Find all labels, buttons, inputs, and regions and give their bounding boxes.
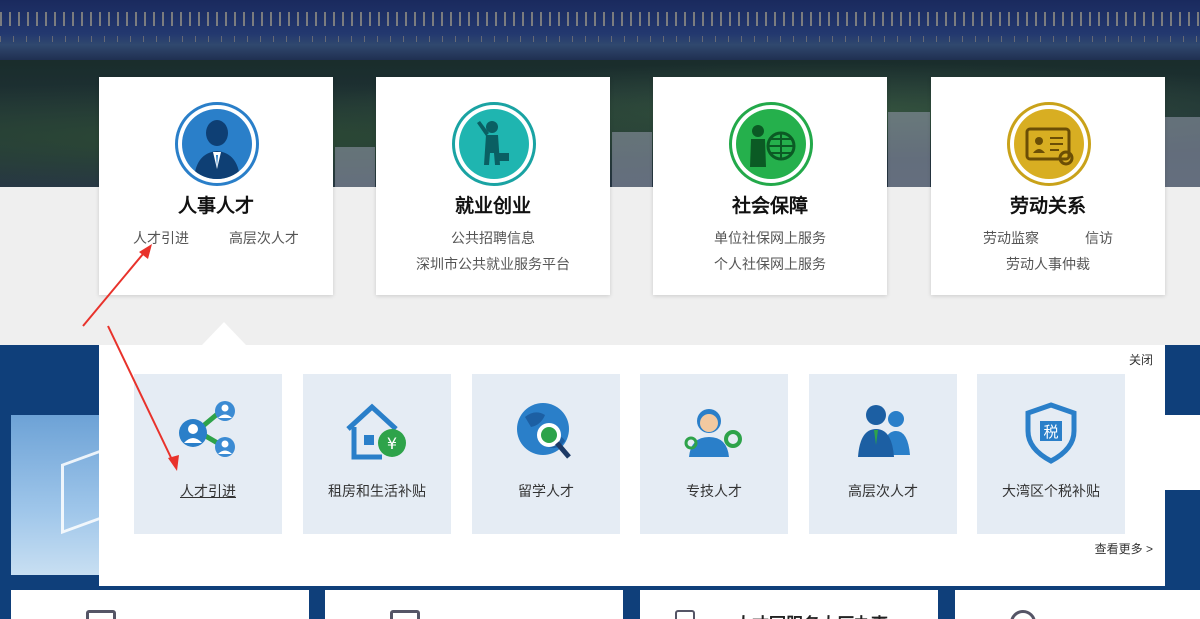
submenu-popup: 关闭 人才引进 ¥ 租房和生活补贴 留学人才 专技人才 高层次人才 税 大湾区个… (99, 345, 1165, 586)
document-icon (86, 610, 116, 619)
globe-search-icon (517, 403, 571, 459)
bottom-card-1[interactable] (11, 590, 309, 619)
building-decoration (1165, 117, 1200, 187)
tile-label: 大湾区个税补贴 (1002, 483, 1100, 499)
clock-icon (1010, 610, 1036, 619)
tile-technical-talent[interactable]: 专技人才 (640, 374, 788, 534)
category-card-employment[interactable]: 就业创业 公共招聘信息 深圳市公共就业服务平台 (376, 77, 610, 295)
technical-talent-icon (684, 409, 742, 457)
tile-label: 人才引进 (180, 483, 236, 499)
close-button[interactable]: 关闭 (1129, 351, 1153, 368)
personnel-icon (175, 102, 259, 186)
building-decoration (888, 112, 930, 187)
category-title: 社会保障 (731, 196, 808, 217)
talent-network-icon (179, 401, 235, 457)
side-banner-image[interactable] (11, 415, 111, 575)
link-talent-introduction[interactable]: 人才引进 (133, 225, 189, 251)
side-panel (1165, 415, 1200, 490)
form-icon (390, 610, 420, 619)
tile-overseas-talent[interactable]: 留学人才 (472, 374, 620, 534)
category-title: 人事人才 (177, 196, 254, 217)
link-employment-platform[interactable]: 深圳市公共就业服务平台 (416, 251, 570, 277)
category-card-labor-relations[interactable]: 劳动关系 劳动监察 信访 劳动人事仲裁 (931, 77, 1165, 295)
bottom-card-2[interactable] (325, 590, 623, 619)
popup-pointer (202, 322, 246, 345)
category-links: 人才引进 高层次人才 (99, 225, 333, 251)
tile-tax-subsidy[interactable]: 税 大湾区个税补贴 (977, 374, 1125, 534)
link-labor-inspection[interactable]: 劳动监察 (983, 225, 1039, 251)
bottom-card-3-title: 人才园服务大厅办事 (735, 610, 888, 619)
city-lights-decoration (0, 12, 1200, 26)
bottom-card-3[interactable]: 人才园服务大厅办事 (640, 590, 938, 619)
senior-talent-icon (858, 405, 910, 457)
svg-text:¥: ¥ (387, 434, 397, 453)
building-decoration (335, 147, 375, 187)
link-public-recruitment[interactable]: 公共招聘信息 (451, 225, 535, 251)
city-lights-decoration-2 (0, 36, 1200, 42)
category-title: 劳动关系 (1009, 196, 1086, 217)
file-icon (675, 610, 695, 619)
tile-label: 高层次人才 (848, 483, 918, 499)
category-title: 就业创业 (454, 196, 531, 217)
tile-label: 留学人才 (518, 483, 574, 499)
labor-relations-icon (1007, 102, 1091, 186)
tile-label: 租房和生活补贴 (328, 483, 426, 499)
link-petition[interactable]: 信访 (1085, 225, 1113, 251)
category-links: 劳动监察 信访 劳动人事仲裁 (931, 225, 1165, 277)
category-card-social-security[interactable]: 社会保障 单位社保网上服务 个人社保网上服务 (653, 77, 887, 295)
view-more-link[interactable]: 查看更多 > (1095, 540, 1153, 557)
category-links: 公共招聘信息 深圳市公共就业服务平台 (376, 225, 610, 277)
link-labor-arbitration[interactable]: 劳动人事仲裁 (1006, 251, 1090, 277)
link-personal-social-security[interactable]: 个人社保网上服务 (714, 251, 826, 277)
house-subsidy-icon: ¥ (346, 403, 406, 460)
tile-talent-introduction[interactable]: 人才引进 (134, 374, 282, 534)
tile-senior-talent[interactable]: 高层次人才 (809, 374, 957, 534)
employment-icon (452, 102, 536, 186)
bottom-card-4[interactable] (955, 590, 1200, 619)
building-decoration (612, 132, 652, 187)
tile-house-subsidy[interactable]: ¥ 租房和生活补贴 (303, 374, 451, 534)
link-senior-talent[interactable]: 高层次人才 (229, 225, 299, 251)
tax-shield-icon: 税 (1025, 402, 1077, 464)
category-links: 单位社保网上服务 个人社保网上服务 (653, 225, 887, 277)
tile-label: 专技人才 (686, 483, 742, 499)
link-unit-social-security[interactable]: 单位社保网上服务 (714, 225, 826, 251)
svg-text:税: 税 (1043, 423, 1058, 441)
category-card-personnel[interactable]: 人事人才 人才引进 高层次人才 (99, 77, 333, 295)
social-security-icon (729, 102, 813, 186)
